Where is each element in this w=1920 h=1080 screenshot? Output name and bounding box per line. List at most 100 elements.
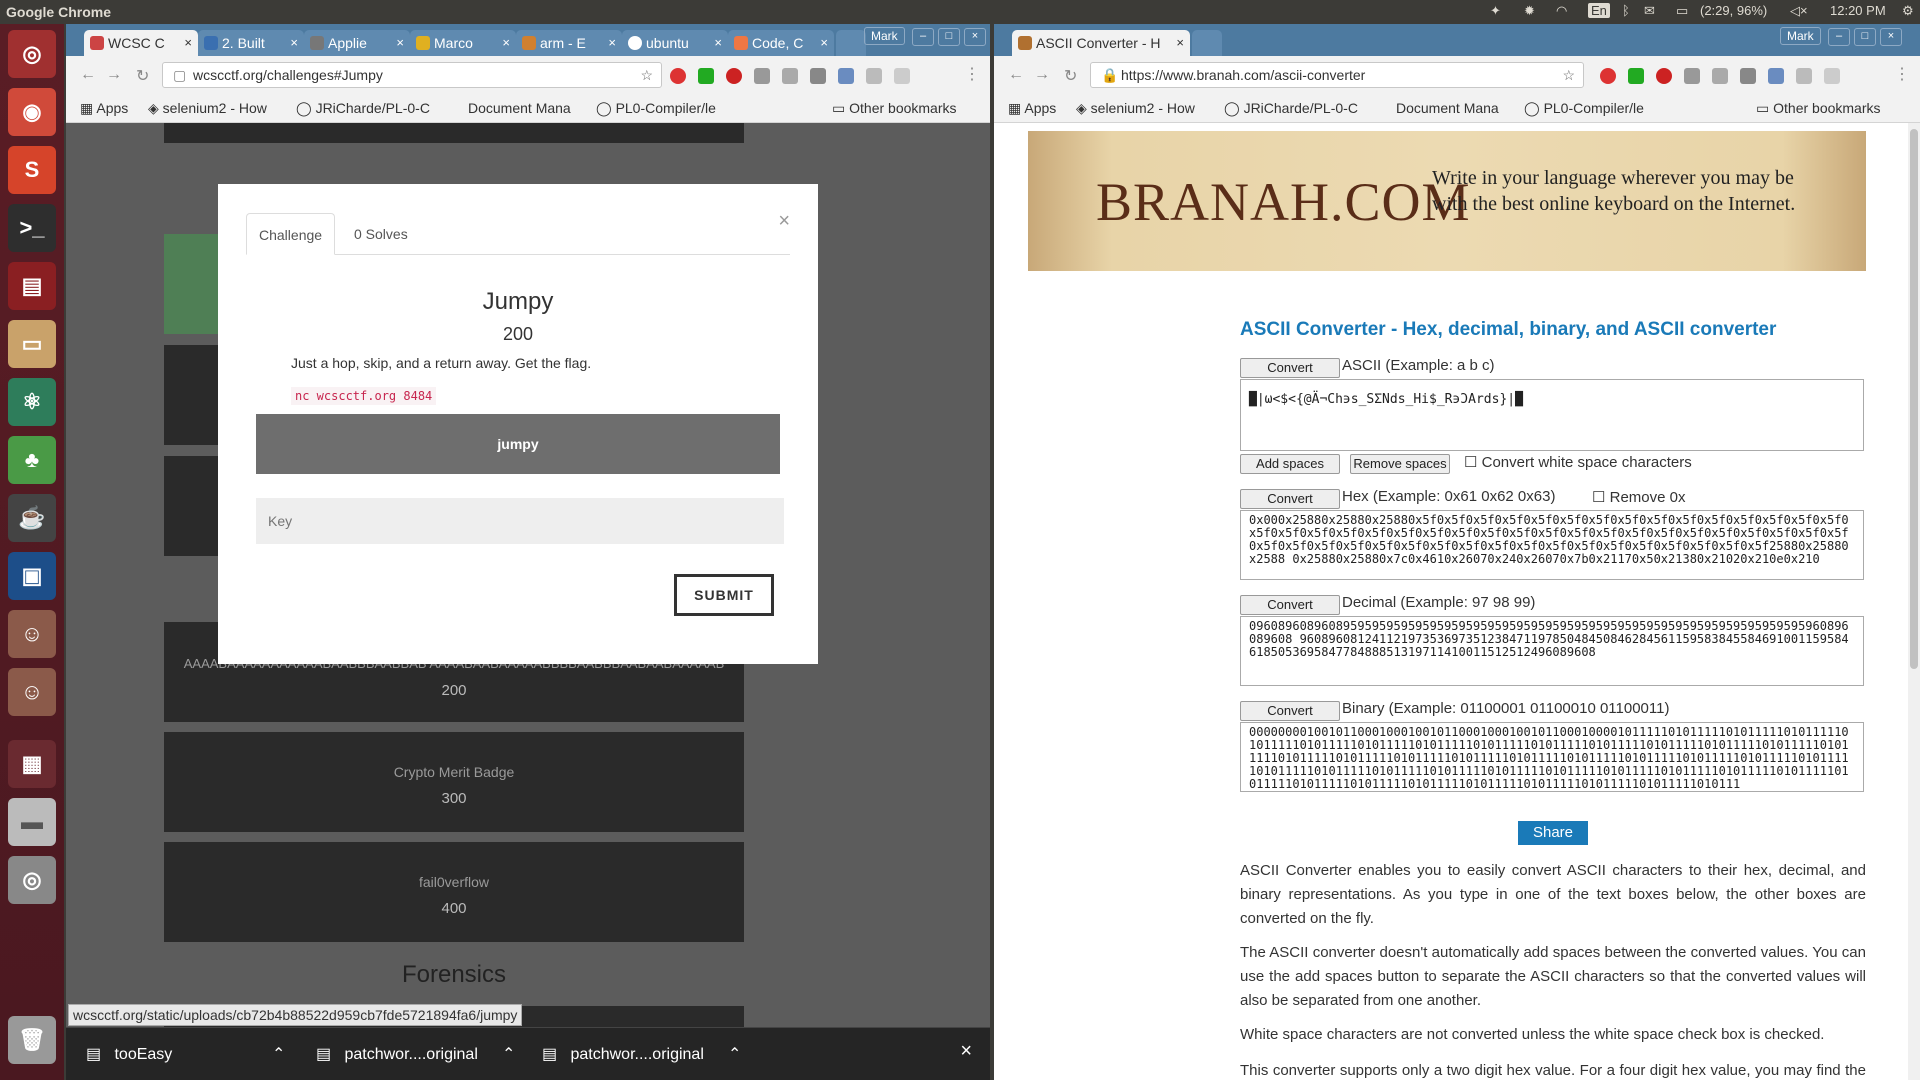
new-tab-button[interactable]	[1192, 30, 1222, 56]
profile-name[interactable]: Mark	[864, 27, 905, 45]
close-tab-icon[interactable]: ×	[714, 30, 722, 56]
settings-gear-indicator-icon[interactable]: ✹	[1524, 3, 1535, 19]
page-info-icon[interactable]: ▢	[173, 63, 186, 87]
remove-0x-option[interactable]: ☐ Remove 0x	[1592, 488, 1686, 506]
close-window-button[interactable]: ×	[964, 28, 986, 46]
download-item[interactable]: ▤ patchwor....original ⌃	[316, 1044, 515, 1064]
secure-lock-icon[interactable]: 🔒	[1101, 63, 1118, 87]
close-tab-icon[interactable]: ×	[290, 30, 298, 56]
bookmark-jricharde[interactable]: ◯ JRiCharde/PL-0-C	[296, 100, 430, 117]
java-icon[interactable]: ☕	[8, 494, 56, 542]
tab-ubuntu[interactable]: ubuntu ×	[622, 30, 728, 56]
remove-0x-checkbox[interactable]: ☐	[1592, 489, 1605, 506]
bookmark-document-manager[interactable]: Document Mana	[468, 100, 571, 116]
chevron-up-icon[interactable]: ⌃	[502, 1044, 515, 1064]
portrait-app-icon[interactable]: ☺	[8, 610, 56, 658]
maximize-button[interactable]: □	[938, 28, 960, 46]
close-tab-icon[interactable]: ×	[502, 30, 510, 56]
game-icon[interactable]: ♣	[8, 436, 56, 484]
close-modal-icon[interactable]: ×	[778, 210, 790, 233]
ext-a-icon[interactable]	[894, 68, 910, 84]
back-icon[interactable]: ←	[80, 66, 96, 84]
bookmark-selenium[interactable]: ◈ selenium2 - How	[1076, 100, 1195, 117]
reload-icon[interactable]: ↻	[136, 66, 149, 86]
share-button[interactable]: Share	[1518, 821, 1588, 845]
ext-opera-icon[interactable]	[670, 68, 686, 84]
ext-ghostery-icon[interactable]	[810, 68, 826, 84]
close-tab-icon[interactable]: ×	[820, 30, 828, 56]
forward-icon[interactable]: →	[106, 66, 122, 84]
maximize-button[interactable]: □	[1854, 28, 1876, 46]
challenge-card[interactable]: Crypto Merit Badge 300	[164, 732, 744, 832]
clock[interactable]: 12:20 PM	[1830, 3, 1886, 18]
ubuntu-dash-icon[interactable]: ◎	[8, 30, 56, 78]
ext-a-icon[interactable]	[1824, 68, 1840, 84]
close-tab-icon[interactable]: ×	[396, 30, 404, 56]
ext-shield-icon[interactable]	[754, 68, 770, 84]
whitespace-option[interactable]: ☐ Convert white space characters	[1464, 453, 1692, 471]
volume-icon[interactable]: ◁×	[1790, 3, 1808, 19]
other-bookmarks[interactable]: ▭ Other bookmarks	[832, 100, 957, 117]
chrome-icon[interactable]: ◉	[8, 88, 56, 136]
bookmark-document-manager[interactable]: Document Mana	[1396, 100, 1499, 116]
wifi-icon[interactable]: ◠	[1556, 3, 1567, 19]
convert-binary-button[interactable]: Convert	[1240, 701, 1340, 721]
chevron-up-icon[interactable]: ⌃	[272, 1044, 285, 1064]
minimize-button[interactable]: –	[1828, 28, 1850, 46]
bookmark-pl0-compiler[interactable]: ◯ PL0-Compiler/le	[1524, 100, 1644, 117]
workspace-switcher-icon[interactable]: ▦	[8, 740, 56, 788]
new-tab-button[interactable]	[836, 30, 866, 56]
ext-green-icon[interactable]	[1628, 68, 1644, 84]
back-icon[interactable]: ←	[1008, 66, 1024, 84]
system-menu-gear-icon[interactable]: ⚙	[1902, 3, 1914, 19]
atom-icon[interactable]: ⚛	[8, 378, 56, 426]
ext-t-icon[interactable]	[782, 68, 798, 84]
tab-marco[interactable]: Marco ×	[410, 30, 516, 56]
close-tab-icon[interactable]: ×	[184, 30, 192, 56]
key-input[interactable]	[256, 498, 784, 544]
download-item[interactable]: ▤ tooEasy ⌃	[86, 1044, 285, 1064]
intellij-icon[interactable]: ▣	[8, 552, 56, 600]
vertical-scrollbar[interactable]	[1908, 123, 1920, 1080]
dvd-icon[interactable]: ◎	[8, 856, 56, 904]
address-bar[interactable]: 🔒 https://www.branah.com/ascii-converter…	[1090, 62, 1584, 88]
close-tab-icon[interactable]: ×	[608, 30, 616, 56]
tab-challenge[interactable]: Challenge	[246, 213, 336, 255]
tab-python[interactable]: 2. Built ×	[198, 30, 304, 56]
tab-arm[interactable]: arm - E ×	[516, 30, 622, 56]
tab-applied[interactable]: Applie ×	[304, 30, 410, 56]
trash-icon[interactable]: 🗑	[8, 1016, 56, 1064]
binary-textarea[interactable]: 0000000010010110001000100101100010001001…	[1240, 722, 1864, 792]
ext-green-icon[interactable]	[698, 68, 714, 84]
tab-wcsc[interactable]: WCSC C ×	[84, 30, 198, 56]
system-monitor-icon[interactable]: ▤	[8, 262, 56, 310]
whitespace-checkbox[interactable]: ☐	[1464, 454, 1477, 471]
portrait-app-2-icon[interactable]: ☺	[8, 668, 56, 716]
ext-ghostery-icon[interactable]	[1740, 68, 1756, 84]
ext-opera-icon[interactable]	[1600, 68, 1616, 84]
ext-shield-icon[interactable]	[1684, 68, 1700, 84]
download-item[interactable]: ▤ patchwor....original ⌃	[542, 1044, 741, 1064]
chrome-menu-icon[interactable]: ⋮	[1894, 64, 1910, 84]
tab-solves[interactable]: 0 Solves	[342, 213, 420, 255]
bluetooth-icon[interactable]: ᛒ	[1622, 3, 1630, 18]
reload-icon[interactable]: ↻	[1064, 66, 1077, 86]
adblock-icon[interactable]	[726, 68, 742, 84]
minimize-button[interactable]: –	[912, 28, 934, 46]
dropbox-icon[interactable]: ✦	[1490, 3, 1501, 19]
bookmark-star-icon[interactable]: ☆	[1562, 63, 1575, 87]
battery-icon[interactable]: ▭	[1676, 3, 1688, 19]
chevron-up-icon[interactable]: ⌃	[728, 1044, 741, 1064]
bookmark-jricharde[interactable]: ◯ JRiCharde/PL-0-C	[1224, 100, 1358, 117]
close-downloads-icon[interactable]: ×	[960, 1040, 972, 1063]
files-icon[interactable]: ▭	[8, 320, 56, 368]
battery-status[interactable]: (2:29, 96%)	[1700, 3, 1767, 18]
convert-decimal-button[interactable]: Convert	[1240, 595, 1340, 615]
ext-bulb-icon[interactable]	[866, 68, 882, 84]
drive-icon[interactable]: ▬	[8, 798, 56, 846]
apps-shortcut[interactable]: ▦ Apps	[1008, 100, 1056, 117]
remove-spaces-button[interactable]: Remove spaces	[1350, 454, 1450, 474]
mail-icon[interactable]: ✉	[1644, 3, 1655, 19]
close-tab-icon[interactable]: ×	[1176, 30, 1184, 56]
ext-search-icon[interactable]	[838, 68, 854, 84]
